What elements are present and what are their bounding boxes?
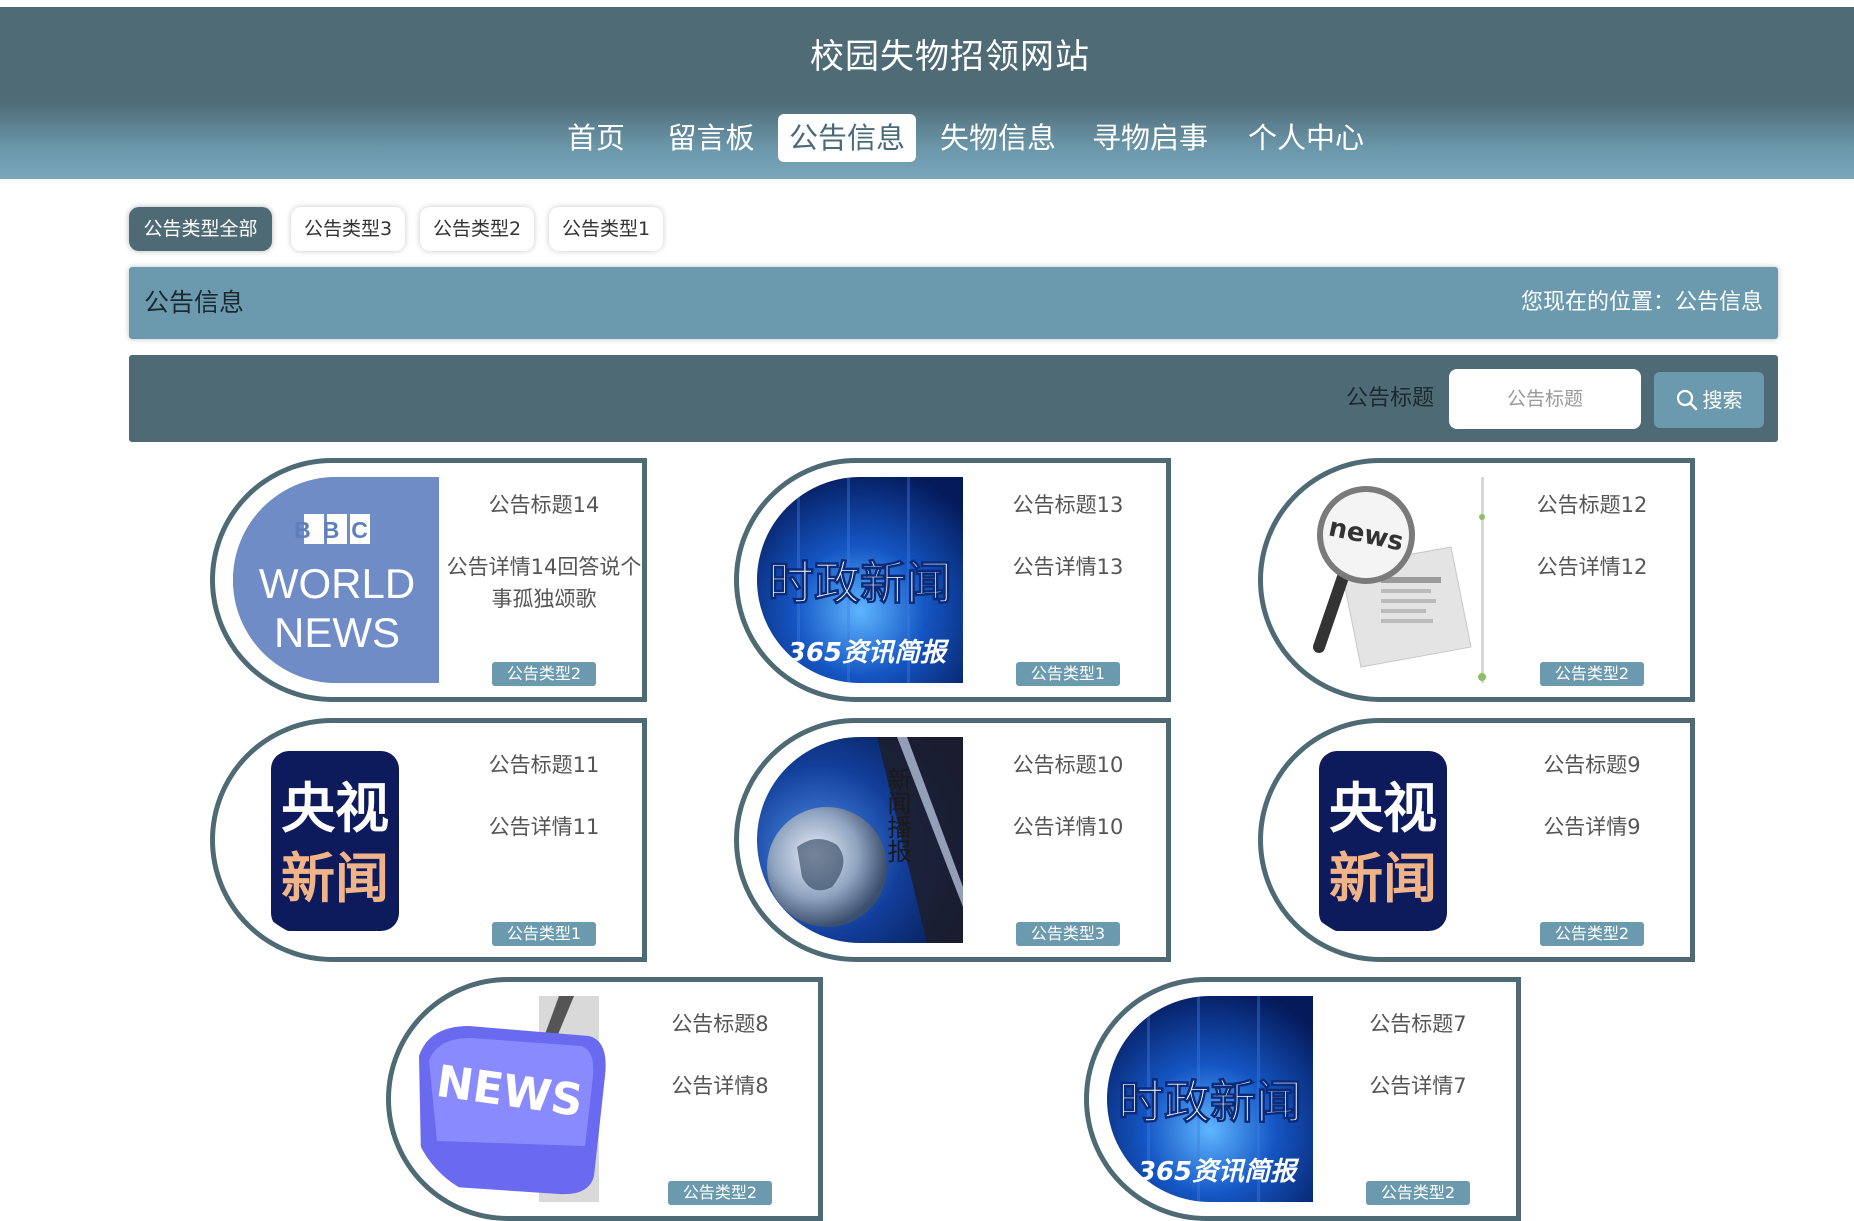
search-button[interactable]: 搜索 xyxy=(1654,372,1764,428)
card-detail: 公告详情12 xyxy=(1536,555,1648,579)
announcement-card[interactable]: 央视 新闻 公告标题9 公告详情9 公告类型2 xyxy=(1258,718,1695,962)
card-type-badge: 公告类型2 xyxy=(1366,1181,1470,1205)
search-icon xyxy=(1676,389,1697,411)
cctv-news-image: 央视 新闻 xyxy=(1281,737,1487,943)
shizheng-subtitle-text: 365资讯简报 xyxy=(1138,1157,1300,1187)
card-detail: 公告详情8 xyxy=(671,1074,769,1098)
card-detail: 公告详情14回答说个事孤独颂歌 xyxy=(446,555,642,611)
cctv-bottom-text: 新闻 xyxy=(281,847,389,910)
nav-found-notices[interactable]: 寻物启事 xyxy=(1088,114,1212,162)
nav-home[interactable]: 首页 xyxy=(558,114,634,162)
card-type-badge: 公告类型1 xyxy=(1016,662,1120,686)
bbc-news-text: NEWS xyxy=(274,609,400,656)
card-content: 公告标题10 公告详情10 公告类型3 xyxy=(965,723,1166,957)
announcement-card[interactable]: 央视 新闻 公告标题11 公告详情11 公告类型1 xyxy=(210,718,647,962)
nav-personal-center[interactable]: 个人中心 xyxy=(1243,114,1369,162)
card-type-badge: 公告类型2 xyxy=(1540,922,1644,946)
shizheng-news-image: 时政新闻 365资讯简报 xyxy=(757,477,963,683)
card-type-badge: 公告类型2 xyxy=(668,1181,772,1205)
search-input[interactable] xyxy=(1449,369,1641,429)
card-title: 公告标题14 xyxy=(488,493,600,517)
cctv-top-text: 央视 xyxy=(281,777,389,840)
section-title-bar: 公告信息 您现在的位置：公告信息 xyxy=(129,267,1778,339)
cctv-bottom-text: 新闻 xyxy=(1329,847,1437,910)
bbc-world-news-image: BBC WORLD NEWS xyxy=(233,477,439,683)
card-content: 公告标题8 公告详情8 公告类型2 xyxy=(617,982,818,1216)
card-title: 公告标题10 xyxy=(1012,753,1124,777)
section-title: 公告信息 xyxy=(144,288,245,317)
nav-announcements[interactable]: 公告信息 xyxy=(778,114,916,162)
site-title: 校园失物招领网站 xyxy=(810,37,1090,77)
card-title: 公告标题13 xyxy=(1012,493,1124,517)
svg-text:新闻播报: 新闻播报 xyxy=(883,767,911,863)
card-title: 公告标题11 xyxy=(488,753,600,777)
card-detail: 公告详情11 xyxy=(488,815,600,839)
card-type-badge: 公告类型3 xyxy=(1016,922,1120,946)
nav-message-board[interactable]: 留言板 xyxy=(662,114,760,162)
card-detail: 公告详情7 xyxy=(1369,1074,1467,1098)
nav-lost-items[interactable]: 失物信息 xyxy=(936,114,1060,162)
site-header: 校园失物招领网站 首页 留言板 公告信息 失物信息 寻物启事 个人中心 xyxy=(0,7,1854,179)
cctv-news-image: 央视 新闻 xyxy=(233,737,439,943)
card-title: 公告标题9 xyxy=(1543,753,1641,777)
filter-type-2[interactable]: 公告类型2 xyxy=(420,207,534,251)
news-key-image: NEWS xyxy=(409,996,615,1202)
breadcrumb: 您现在的位置：公告信息 xyxy=(1520,290,1763,315)
card-type-badge: 公告类型2 xyxy=(492,662,596,686)
announcement-card[interactable]: news 公告标题12 公告详情12 公告类型2 xyxy=(1258,458,1695,702)
filter-type-1[interactable]: 公告类型1 xyxy=(549,207,663,251)
globe-news-image: 新闻播报 xyxy=(757,737,963,943)
card-detail: 公告详情9 xyxy=(1543,815,1641,839)
search-button-label: 搜索 xyxy=(1702,388,1743,412)
main-nav: 首页 留言板 公告信息 失物信息 寻物启事 个人中心 xyxy=(0,114,1854,162)
card-detail: 公告详情10 xyxy=(1012,815,1124,839)
bbc-world-text: WORLD xyxy=(259,560,415,607)
card-detail: 公告详情13 xyxy=(1012,555,1124,579)
card-type-badge: 公告类型2 xyxy=(1540,662,1644,686)
card-content: 公告标题14 公告详情14回答说个事孤独颂歌 公告类型2 xyxy=(441,463,642,697)
card-title: 公告标题8 xyxy=(671,1012,769,1036)
announcement-card[interactable]: NEWS 公告标题8 公告详情8 公告类型2 xyxy=(386,977,823,1221)
announcement-card[interactable]: 时政新闻 365资讯简报 公告标题13 公告详情13 公告类型1 xyxy=(734,458,1171,702)
card-content: 公告标题7 公告详情7 公告类型2 xyxy=(1315,982,1516,1216)
card-title: 公告标题7 xyxy=(1369,1012,1467,1036)
card-content: 公告标题11 公告详情11 公告类型1 xyxy=(441,723,642,957)
search-bar: 公告标题 搜索 xyxy=(129,355,1778,442)
announcement-card[interactable]: BBC WORLD NEWS 公告标题14 公告详情14回答说个事孤独颂歌 公告… xyxy=(210,458,647,702)
card-content: 公告标题9 公告详情9 公告类型2 xyxy=(1489,723,1690,957)
card-content: 公告标题12 公告详情12 公告类型2 xyxy=(1489,463,1690,697)
shizheng-title-text: 时政新闻 xyxy=(1118,1075,1302,1129)
filter-all-types[interactable]: 公告类型全部 xyxy=(129,207,272,251)
bbc-logo-text: BBC xyxy=(294,517,380,543)
card-content: 公告标题13 公告详情13 公告类型1 xyxy=(965,463,1166,697)
filter-type-3[interactable]: 公告类型3 xyxy=(291,207,405,251)
globe-vertical-text: 新闻播报 xyxy=(883,767,911,863)
magnifier-newspaper-image: news xyxy=(1281,477,1487,683)
card-type-badge: 公告类型1 xyxy=(492,922,596,946)
top-strip xyxy=(0,0,1854,7)
announcement-card[interactable]: 时政新闻 365资讯简报 公告标题7 公告详情7 公告类型2 xyxy=(1084,977,1521,1221)
announcement-card[interactable]: 新闻播报 公告标题10 公告详情10 公告类型3 xyxy=(734,718,1171,962)
search-label: 公告标题 xyxy=(1346,386,1435,411)
shizheng-subtitle-text: 365资讯简报 xyxy=(788,638,950,668)
shizheng-title-text: 时政新闻 xyxy=(768,556,952,610)
card-title: 公告标题12 xyxy=(1536,493,1648,517)
cctv-top-text: 央视 xyxy=(1329,777,1437,840)
shizheng-news-image: 时政新闻 365资讯简报 xyxy=(1107,996,1313,1202)
